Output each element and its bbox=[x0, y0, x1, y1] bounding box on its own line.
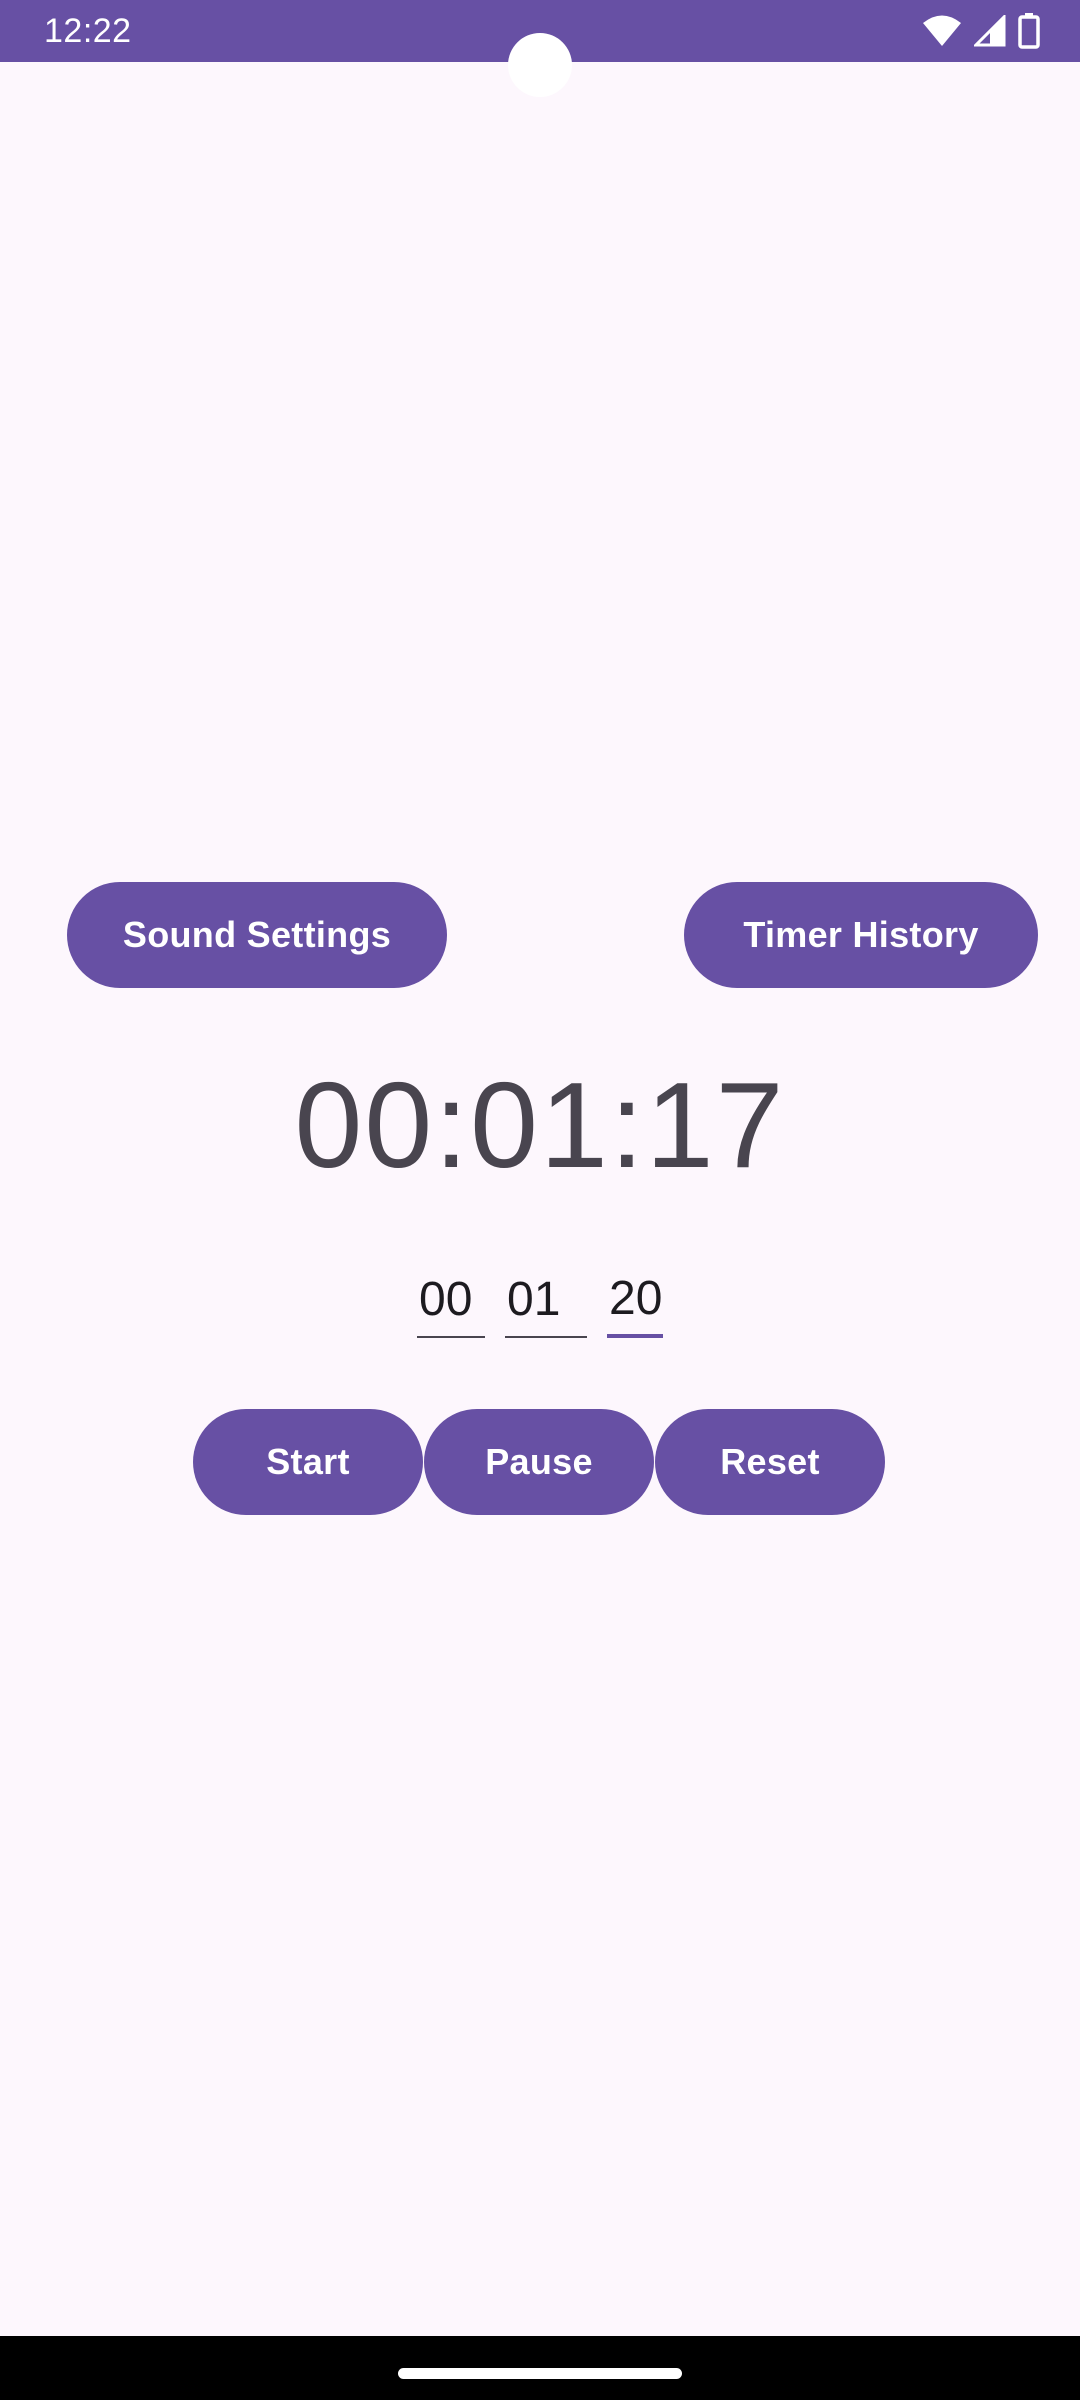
wifi-icon bbox=[922, 14, 962, 48]
seconds-input[interactable] bbox=[607, 1262, 663, 1338]
camera-cutout bbox=[508, 33, 572, 97]
home-gesture-handle[interactable] bbox=[398, 2368, 682, 2379]
hours-input[interactable] bbox=[417, 1262, 485, 1338]
battery-icon bbox=[1018, 13, 1040, 49]
status-time: 12:22 bbox=[44, 12, 132, 50]
signal-icon bbox=[974, 15, 1006, 47]
timer-history-button[interactable]: Timer History bbox=[684, 882, 1038, 988]
timer-display: 00:01:17 bbox=[294, 1057, 786, 1193]
minutes-input[interactable] bbox=[505, 1262, 587, 1338]
start-button[interactable]: Start bbox=[193, 1409, 423, 1515]
sound-settings-button[interactable]: Sound Settings bbox=[67, 882, 447, 988]
pause-button[interactable]: Pause bbox=[424, 1409, 654, 1515]
status-icons bbox=[922, 13, 1040, 49]
reset-button[interactable]: Reset bbox=[655, 1409, 885, 1515]
